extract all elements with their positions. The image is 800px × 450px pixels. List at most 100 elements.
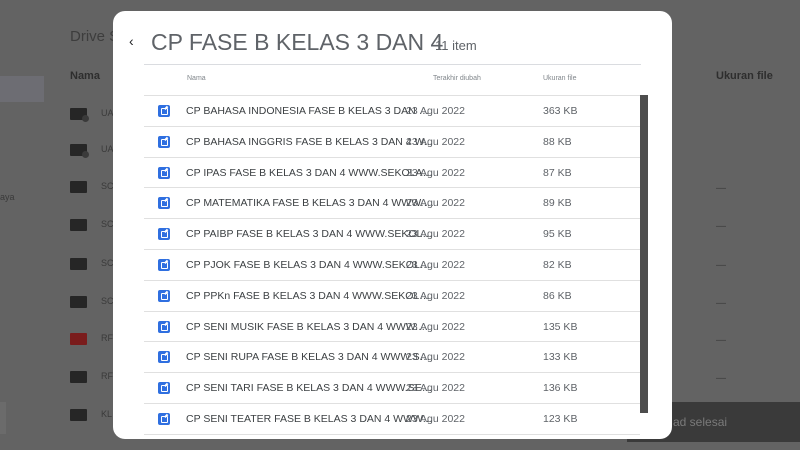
file-row[interactable]: CP BAHASA INGGRIS FASE B KELAS 3 DAN 4 W…: [144, 127, 640, 158]
file-size: 87 KB: [543, 166, 572, 179]
file-row[interactable]: CP PAIBP FASE B KELAS 3 DAN 4 WWW.SEKOLA…: [144, 219, 640, 250]
document-edit-icon: [158, 289, 170, 302]
background-row: SC: [70, 295, 115, 309]
file-size: 89 KB: [543, 197, 572, 210]
file-size: 363 KB: [543, 105, 578, 117]
file-row[interactable]: CP SENI TARI FASE B KELAS 3 DAN 4 WWW.SE…: [144, 373, 640, 404]
file-modified: 23 Agu 2022: [406, 351, 465, 364]
folder-dialog: ‹ CP FASE B KELAS 3 DAN 4 11 item Nama T…: [113, 11, 672, 439]
file-row[interactable]: CP SENI TEATER FASE B KELAS 3 DAN 4 WWW.…: [144, 404, 640, 435]
file-size: 123 KB: [543, 412, 578, 425]
background-row-letters: SC: [101, 181, 114, 191]
item-count: 11 item: [435, 38, 477, 53]
file-size: 95 KB: [543, 228, 572, 241]
folder-icon: [70, 219, 87, 231]
folder-icon: [70, 181, 87, 193]
folder-icon: [70, 371, 87, 383]
file-row[interactable]: CP IPAS FASE B KELAS 3 DAN 4 WWW.SEKOLAH…: [144, 158, 640, 189]
document-edit-icon: [158, 166, 170, 179]
background-row-letters: SC: [101, 296, 114, 306]
background-row: SC: [70, 218, 115, 232]
column-header-size[interactable]: Ukuran file: [543, 75, 576, 82]
file-size: 135 KB: [543, 320, 578, 333]
file-modified: 23 Agu 2022: [406, 105, 465, 117]
background-scroll-hint: [0, 402, 6, 434]
document-edit-icon: [158, 258, 170, 271]
file-name: CP PPKn FASE B KELAS 3 DAN 4 WWW.SEKOLA.…: [186, 289, 434, 302]
column-header-modified[interactable]: Terakhir diubah: [433, 75, 481, 82]
header-divider: [144, 64, 641, 65]
background-row: UA: [70, 143, 115, 158]
file-name: CP IPAS FASE B KELAS 3 DAN 4 WWW.SEKOLAH…: [186, 166, 434, 179]
document-edit-icon: [158, 135, 170, 148]
document-edit-icon: [158, 105, 170, 117]
file-name: CP SENI TARI FASE B KELAS 3 DAN 4 WWW.SE…: [186, 382, 434, 395]
shared-folder-icon: [70, 108, 89, 122]
document-edit-icon: [158, 197, 170, 210]
file-modified: 23 Agu 2022: [406, 197, 465, 210]
background-row-letters: SC: [101, 258, 114, 268]
background-row-letters: SC: [101, 219, 114, 229]
document-edit-icon: [158, 412, 170, 425]
document-edit-icon: [158, 320, 170, 333]
file-modified: 23 Agu 2022: [406, 382, 465, 395]
file-size: 82 KB: [543, 258, 572, 271]
column-header-name[interactable]: Nama: [187, 75, 206, 82]
file-name: CP MATEMATIKA FASE B KELAS 3 DAN 4 WWW.S…: [186, 197, 434, 210]
file-name: CP BAHASA INGGRIS FASE B KELAS 3 DAN 4 W…: [186, 135, 433, 148]
background-row-letters: RF: [101, 371, 113, 381]
dialog-title: CP FASE B KELAS 3 DAN 4: [151, 29, 444, 55]
file-row[interactable]: CP PPKn FASE B KELAS 3 DAN 4 WWW.SEKOLA.…: [144, 281, 640, 312]
folder-icon: [70, 296, 87, 308]
file-name: CP PJOK FASE B KELAS 3 DAN 4 WWW.SEKOLA.…: [186, 258, 434, 271]
list-scrollbar[interactable]: [640, 95, 648, 413]
background-row-letters: KL: [101, 409, 113, 419]
document-edit-icon: [158, 228, 170, 241]
background-row-letters: UA: [101, 144, 114, 154]
file-row[interactable]: CP MATEMATIKA FASE B KELAS 3 DAN 4 WWW.S…: [144, 188, 640, 220]
document-edit-icon: [158, 382, 170, 395]
background-row: SC: [70, 180, 115, 194]
background-row: RF: [70, 370, 115, 384]
file-row[interactable]: CP BAHASA INDONESIA FASE B KELAS 3 DAN 4…: [144, 96, 640, 127]
background-row: SC: [70, 257, 115, 271]
file-size: 86 KB: [543, 289, 572, 302]
folder-icon: [70, 258, 87, 270]
background-row: RF: [70, 332, 115, 346]
background-column-name: Nama: [70, 70, 100, 82]
background-size-dash: —: [716, 298, 726, 309]
background-row-letters: RF: [101, 333, 113, 343]
background-column-size: Ukuran file: [716, 70, 773, 82]
file-modified: 23 Agu 2022: [406, 135, 465, 148]
background-size-dash: —: [716, 221, 726, 232]
chevron-left-icon[interactable]: ‹: [129, 33, 134, 49]
toast-text: ad selesai: [673, 415, 728, 429]
file-modified: 23 Agu 2022: [406, 258, 465, 271]
file-size: 133 KB: [543, 351, 578, 364]
folder-icon: [70, 333, 87, 345]
background-row-letters: UA: [101, 108, 114, 118]
background-sidebar-text: aya: [0, 192, 15, 202]
shared-folder-icon: [70, 144, 89, 158]
file-name: CP PAIBP FASE B KELAS 3 DAN 4 WWW.SEKOLA…: [186, 228, 434, 241]
file-name: CP SENI RUPA FASE B KELAS 3 DAN 4 WWW.SE…: [186, 351, 434, 364]
background-title: Drive S: [70, 28, 120, 45]
background-size-dash: —: [716, 373, 726, 384]
background-row: UA: [70, 107, 115, 122]
file-modified: 23 Agu 2022: [406, 228, 465, 241]
background-size-dash: —: [716, 260, 726, 271]
file-modified: 23 Agu 2022: [406, 412, 465, 425]
file-name: CP BAHASA INDONESIA FASE B KELAS 3 DAN 4…: [186, 105, 434, 117]
background-row: KL: [70, 408, 115, 422]
file-row[interactable]: CP SENI MUSIK FASE B KELAS 3 DAN 4 WWW.S…: [144, 312, 640, 343]
file-size: 136 KB: [543, 382, 578, 395]
file-modified: 23 Agu 2022: [406, 289, 465, 302]
file-name: CP SENI TEATER FASE B KELAS 3 DAN 4 WWW.…: [186, 412, 434, 425]
file-row[interactable]: CP SENI RUPA FASE B KELAS 3 DAN 4 WWW.SE…: [144, 342, 640, 374]
file-name: CP SENI MUSIK FASE B KELAS 3 DAN 4 WWW.S…: [186, 320, 434, 333]
background-sidebar-selected-item: [0, 76, 44, 102]
file-row[interactable]: CP PJOK FASE B KELAS 3 DAN 4 WWW.SEKOLA.…: [144, 250, 640, 281]
background-size-dash: —: [716, 183, 726, 194]
document-edit-icon: [158, 351, 170, 364]
background-size-dash: —: [716, 335, 726, 346]
